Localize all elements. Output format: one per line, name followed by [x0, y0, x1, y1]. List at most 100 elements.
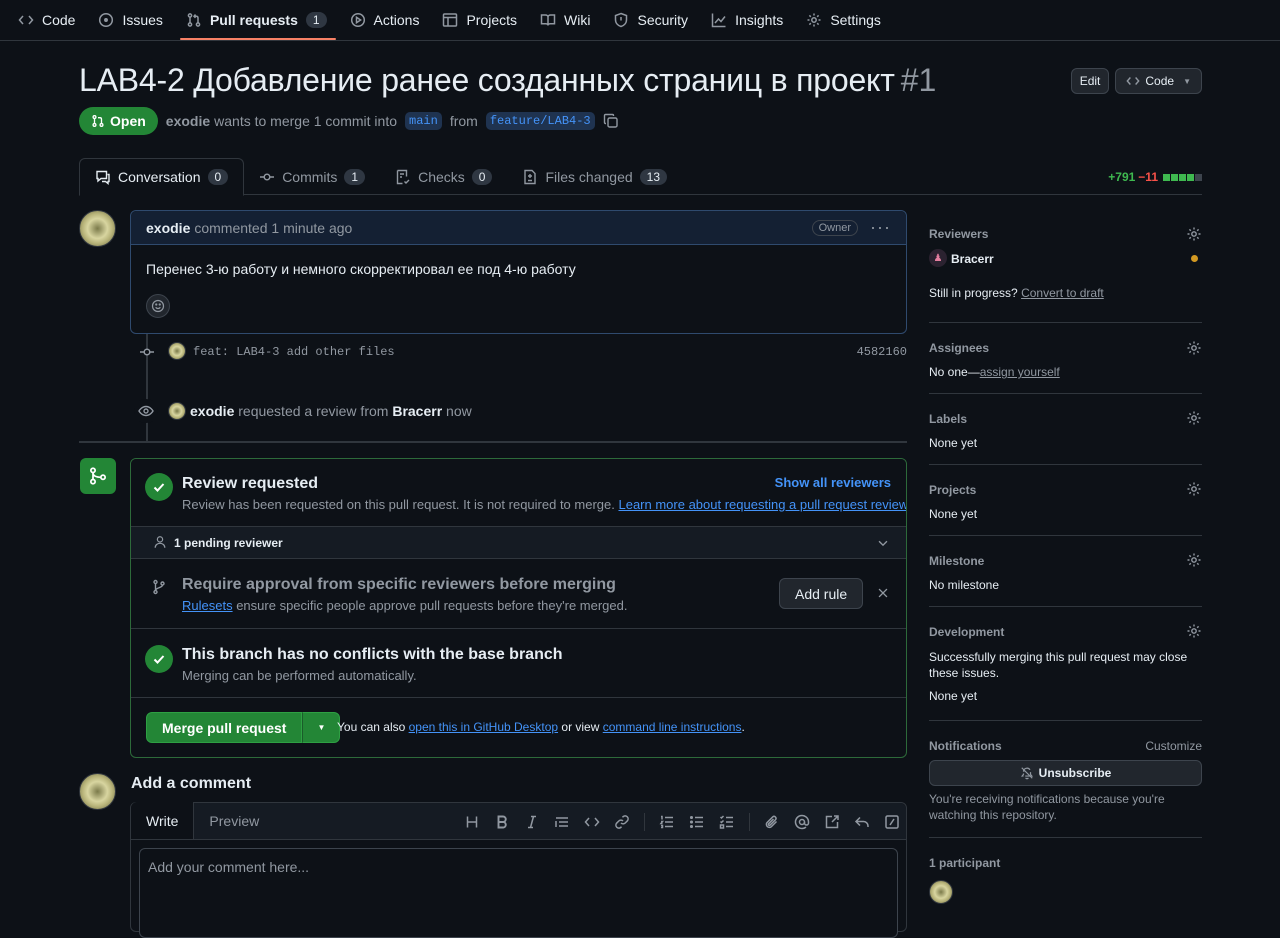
- convert-to-draft-link[interactable]: Convert to draft: [1021, 286, 1104, 300]
- nav-wiki[interactable]: Wiki: [540, 0, 601, 40]
- ordered-list-icon[interactable]: [659, 814, 675, 830]
- pending-reviewer-row[interactable]: 1 pending reviewer: [131, 526, 906, 559]
- merge-pull-request-button[interactable]: Merge pull request: [146, 712, 303, 743]
- command-line-link[interactable]: command line instructions: [603, 720, 742, 734]
- merge-method-dropdown[interactable]: ▼: [302, 712, 341, 743]
- participant-avatar[interactable]: [929, 880, 953, 904]
- timeline-divider: [79, 441, 907, 443]
- review-time: now: [446, 403, 472, 419]
- pr-author-link[interactable]: exodie: [166, 113, 210, 129]
- bold-icon[interactable]: [494, 814, 510, 830]
- gear-icon[interactable]: [1186, 481, 1202, 497]
- nav-settings[interactable]: Settings: [806, 0, 892, 40]
- emoji-reaction-button[interactable]: [146, 294, 170, 318]
- comment-textarea[interactable]: Add your comment here...: [139, 848, 898, 938]
- reviewer-name[interactable]: Bracerr: [951, 252, 994, 266]
- reviewer-avatar[interactable]: ♟: [929, 249, 947, 267]
- nav-actions[interactable]: Actions: [350, 0, 431, 40]
- head-branch[interactable]: feature/LAB4-3: [485, 112, 595, 130]
- kebab-menu-icon[interactable]: ···: [870, 217, 891, 238]
- pr-tabs: Conversation 0 Commits 1 Checks 0 Files …: [79, 158, 1202, 196]
- nav-wiki-label: Wiki: [564, 12, 591, 28]
- review-requested-desc: Review has been requested on this pull r…: [182, 497, 906, 512]
- gear-icon[interactable]: [1186, 340, 1202, 356]
- nav-security[interactable]: Security: [613, 0, 699, 40]
- gear-icon[interactable]: [1186, 410, 1202, 426]
- tab-checks-count: 0: [471, 168, 493, 185]
- no-conflicts-section: This branch has no conflicts with the ba…: [131, 629, 906, 698]
- slash-command-icon[interactable]: [884, 814, 900, 830]
- commit-sha[interactable]: 4582160: [857, 345, 907, 359]
- tab-commits[interactable]: Commits 1: [244, 158, 380, 195]
- rulesets-link[interactable]: Rulesets: [182, 598, 233, 613]
- participants-section: 1 participant: [929, 838, 1202, 918]
- assignees-heading: Assignees: [929, 341, 990, 355]
- reviewers-section: Reviewers ♟ Bracerr Still in progress? C…: [929, 210, 1202, 323]
- play-icon: [350, 12, 365, 28]
- mention-icon[interactable]: [794, 814, 810, 830]
- edit-button[interactable]: Edit: [1070, 68, 1110, 94]
- gear-icon[interactable]: [1186, 552, 1202, 568]
- avatar[interactable]: [79, 773, 116, 810]
- show-all-reviewers-link[interactable]: Show all reviewers: [775, 475, 891, 490]
- heading-icon[interactable]: [464, 814, 480, 830]
- assignees-none-text: No one—: [929, 365, 980, 379]
- tab-write[interactable]: Write: [131, 802, 195, 839]
- avatar[interactable]: [168, 402, 186, 420]
- from-text: from: [449, 113, 478, 129]
- cross-reference-icon[interactable]: [824, 814, 840, 830]
- add-rule-button[interactable]: Add rule: [779, 578, 864, 609]
- quote-icon[interactable]: [554, 814, 570, 830]
- avatar[interactable]: [168, 342, 186, 360]
- merge-icon-badge: [80, 458, 116, 494]
- shield-icon: [615, 12, 628, 28]
- tab-conversation-label: Conversation: [118, 169, 201, 185]
- review-event-icon-wrap: [134, 399, 158, 423]
- assign-yourself-link[interactable]: assign yourself: [980, 365, 1060, 379]
- review-actor[interactable]: exodie: [190, 403, 234, 419]
- code-icon: [18, 15, 34, 25]
- reply-icon[interactable]: [854, 814, 870, 830]
- nav-issues[interactable]: Issues: [98, 0, 173, 40]
- link-icon[interactable]: [614, 814, 630, 830]
- approval-desc-text: ensure specific people approve pull requ…: [236, 598, 628, 613]
- nav-code[interactable]: Code: [18, 0, 86, 40]
- close-icon[interactable]: [876, 586, 890, 600]
- code-icon[interactable]: [584, 814, 600, 830]
- git-branch-icon: [153, 579, 165, 595]
- tab-conversation-count: 0: [207, 169, 229, 185]
- gear-icon[interactable]: [1186, 623, 1202, 639]
- tab-files-changed[interactable]: Files changed 13: [507, 158, 682, 195]
- nav-insights[interactable]: Insights: [711, 0, 794, 40]
- nav-projects[interactable]: Projects: [442, 0, 528, 40]
- nav-projects-label: Projects: [466, 12, 518, 28]
- paperclip-icon[interactable]: [764, 814, 780, 830]
- task-list-icon[interactable]: [719, 814, 735, 830]
- tab-preview[interactable]: Preview: [194, 802, 274, 839]
- nav-pull-requests[interactable]: Pull requests 1: [179, 0, 338, 40]
- gear-icon[interactable]: [1186, 226, 1202, 242]
- code-dropdown-button[interactable]: Code ▼: [1115, 68, 1202, 94]
- tab-conversation[interactable]: Conversation 0: [79, 158, 245, 196]
- github-desktop-link[interactable]: open this in GitHub Desktop: [409, 720, 558, 734]
- caret-down-icon: ▼: [317, 723, 326, 732]
- no-conflicts-desc: Merging can be performed automatically.: [182, 668, 417, 683]
- tab-checks[interactable]: Checks 0: [380, 158, 507, 195]
- pull-request-icon: [187, 13, 201, 27]
- projects-value: None yet: [929, 507, 978, 521]
- base-branch[interactable]: main: [405, 112, 442, 130]
- learn-more-link[interactable]: Learn more about requesting a pull reque…: [618, 497, 906, 512]
- status-badge-label: Open: [110, 113, 146, 129]
- customize-link[interactable]: Customize: [1145, 739, 1202, 753]
- unordered-list-icon[interactable]: [689, 814, 705, 830]
- copy-icon[interactable]: [603, 113, 619, 129]
- commit-message[interactable]: feat: LAB4-3 add other files: [193, 345, 395, 359]
- review-target[interactable]: Bracerr: [392, 403, 442, 419]
- status-badge: Open: [79, 107, 158, 135]
- nav-code-label: Code: [42, 12, 76, 28]
- unsubscribe-button[interactable]: Unsubscribe: [929, 760, 1202, 786]
- comment-author[interactable]: exodie: [146, 220, 190, 236]
- avatar[interactable]: [79, 210, 116, 247]
- italic-icon[interactable]: [524, 814, 540, 830]
- pull-requests-count: 1: [305, 12, 327, 28]
